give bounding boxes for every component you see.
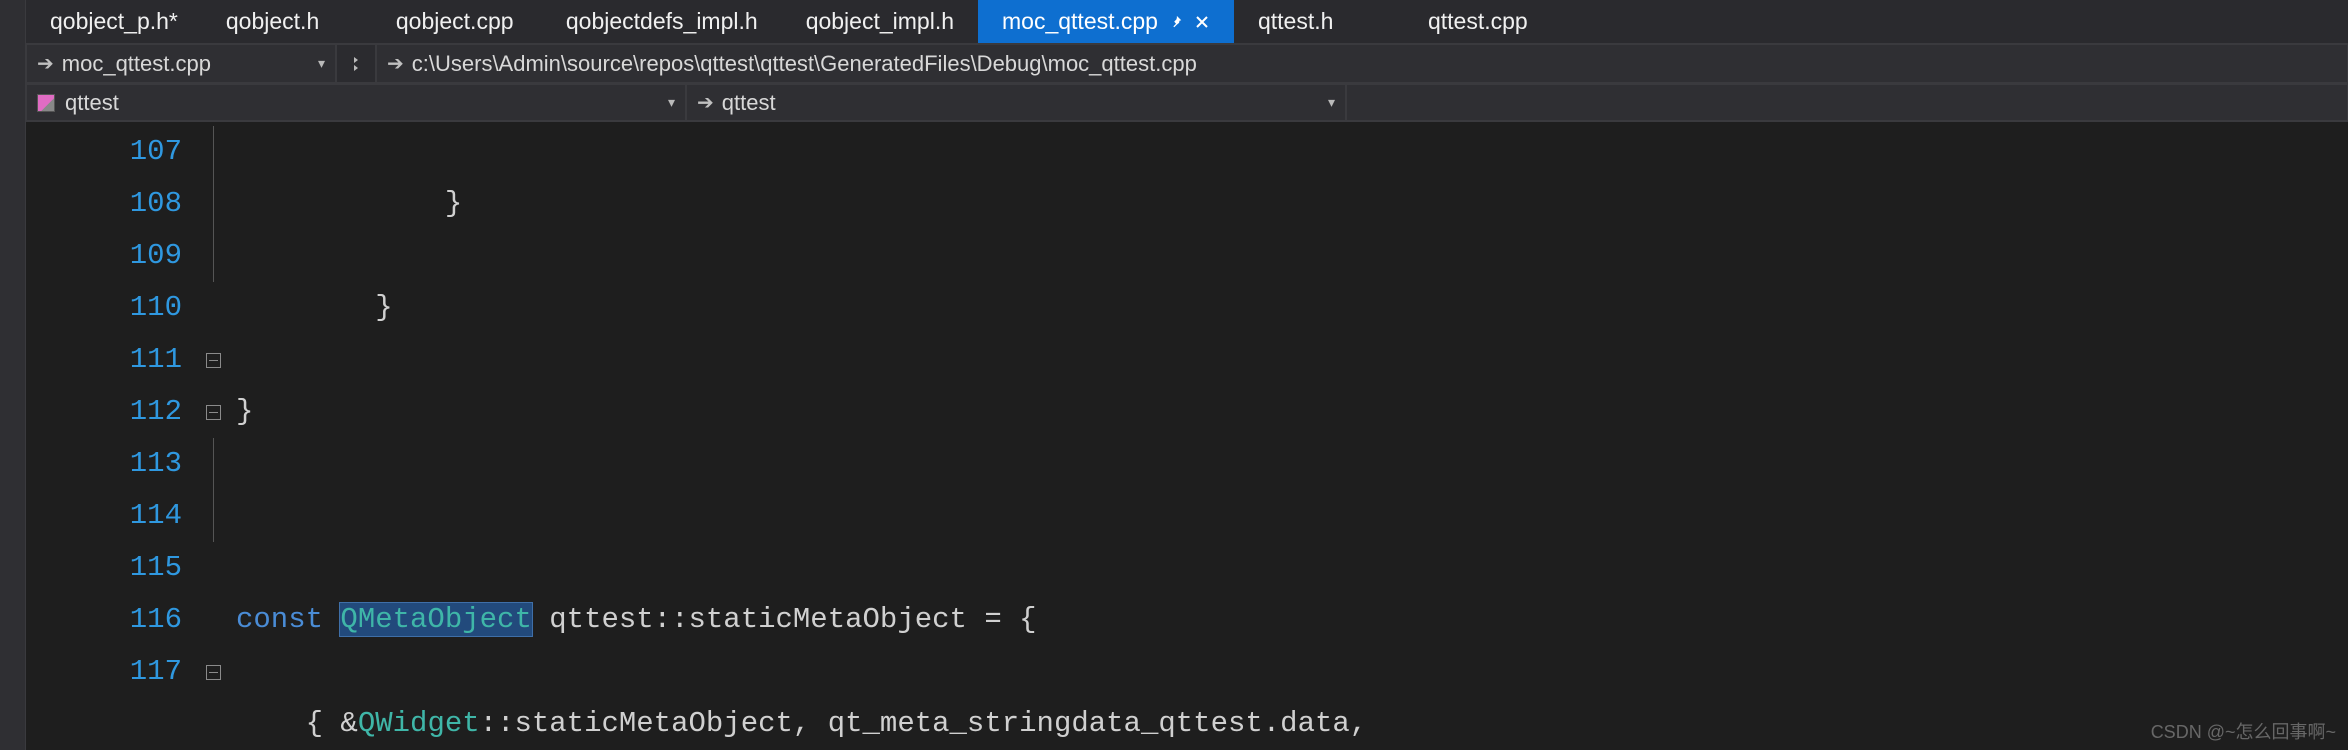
- line-number: 113: [26, 438, 182, 490]
- tab-qobjectdefs-impl-h[interactable]: qobjectdefs_impl.h: [542, 0, 782, 43]
- line-number: 107: [26, 126, 182, 178]
- tab-label: moc_qttest.cpp: [1002, 8, 1158, 35]
- code-line: }: [236, 386, 2348, 438]
- chevron-down-icon: ▾: [1328, 94, 1335, 111]
- nav-file-label: moc_qttest.cpp: [62, 51, 211, 77]
- tab-qobject-h[interactable]: qobject.h: [202, 0, 372, 43]
- line-number: 112: [26, 386, 182, 438]
- project-icon: [37, 94, 55, 112]
- line-number: 116: [26, 594, 182, 646]
- scope-project-label: qttest: [65, 90, 119, 116]
- line-number: 114: [26, 490, 182, 542]
- tab-qobject-cpp[interactable]: qobject.cpp: [372, 0, 542, 43]
- chevron-down-icon: ▾: [668, 94, 675, 111]
- arrow-right-icon: ➔: [387, 51, 404, 76]
- scope-project-dropdown[interactable]: qttest ▾: [26, 84, 686, 121]
- code-line: }: [236, 178, 2348, 230]
- arrow-right-icon: ➔: [697, 90, 714, 115]
- fold-toggle[interactable]: [206, 386, 236, 438]
- tab-label: qttest.cpp: [1428, 8, 1528, 35]
- selected-identifier: QMetaObject: [340, 603, 531, 636]
- code-editor[interactable]: 107 108 109 110 111 112 113 114 115 116 …: [26, 122, 2348, 750]
- code-line: { &QWidget::staticMetaObject, qt_meta_st…: [236, 698, 2348, 750]
- tab-label: qobjectdefs_impl.h: [566, 8, 758, 35]
- nav-file-dropdown[interactable]: ➔ moc_qttest.cpp ▾: [26, 44, 336, 83]
- line-number-gutter: 107 108 109 110 111 112 113 114 115 116 …: [26, 122, 206, 750]
- tab-label: qobject_p.h*: [50, 8, 178, 35]
- line-number: 108: [26, 178, 182, 230]
- tab-qobject-impl-h[interactable]: qobject_impl.h: [782, 0, 978, 43]
- nav-full-path[interactable]: ➔ c:\Users\Admin\source\repos\qttest\qtt…: [376, 44, 2348, 83]
- arrow-right-icon: ➔: [37, 51, 54, 76]
- watermark: CSDN @~怎么回事啊~: [2151, 718, 2336, 744]
- line-number: 115: [26, 542, 182, 594]
- close-icon[interactable]: [1194, 14, 1210, 30]
- tab-qobject-p-h[interactable]: qobject_p.h*: [26, 0, 202, 43]
- scope-member-dropdown[interactable]: ➔ qttest ▾: [686, 84, 1346, 121]
- tab-qttest-h[interactable]: qttest.h: [1234, 0, 1404, 43]
- tab-label: qobject.h: [226, 8, 348, 35]
- nav-path-label: c:\Users\Admin\source\repos\qttest\qttes…: [412, 51, 1197, 77]
- code-area[interactable]: } } } const QMetaObject qttest::staticMe…: [236, 122, 2348, 750]
- navbar: ➔ moc_qttest.cpp ▾ ➔ c:\Users\Admin\sour…: [26, 44, 2348, 84]
- line-number: 117: [26, 646, 182, 698]
- folding-column: [206, 122, 236, 750]
- chevron-down-icon: ▾: [318, 55, 325, 72]
- tab-qttest-cpp[interactable]: qttest.cpp: [1404, 0, 1552, 43]
- nav-history-buttons[interactable]: [336, 44, 376, 83]
- line-number: 111: [26, 334, 182, 386]
- code-line: }: [236, 282, 2348, 334]
- tab-label: qobject.cpp: [396, 8, 518, 35]
- code-line: [236, 490, 2348, 542]
- line-number: 109: [26, 230, 182, 282]
- line-number: 110: [26, 282, 182, 334]
- fold-toggle[interactable]: [206, 334, 236, 386]
- tab-label: qttest.h: [1258, 8, 1380, 35]
- tab-label: qobject_impl.h: [806, 8, 954, 35]
- tab-strip: qobject_p.h* qobject.h qobject.cpp qobje…: [26, 0, 2348, 44]
- scope-empty[interactable]: [1346, 84, 2348, 121]
- tab-moc-qttest-cpp[interactable]: moc_qttest.cpp: [978, 0, 1234, 43]
- left-gutter-strip: [0, 0, 26, 750]
- scopebar: qttest ▾ ➔ qttest ▾: [26, 84, 2348, 122]
- code-line: const QMetaObject qttest::staticMetaObje…: [236, 594, 2348, 646]
- fold-toggle[interactable]: [206, 646, 236, 698]
- scope-member-label: qttest: [722, 90, 776, 116]
- pin-icon[interactable]: [1168, 14, 1184, 30]
